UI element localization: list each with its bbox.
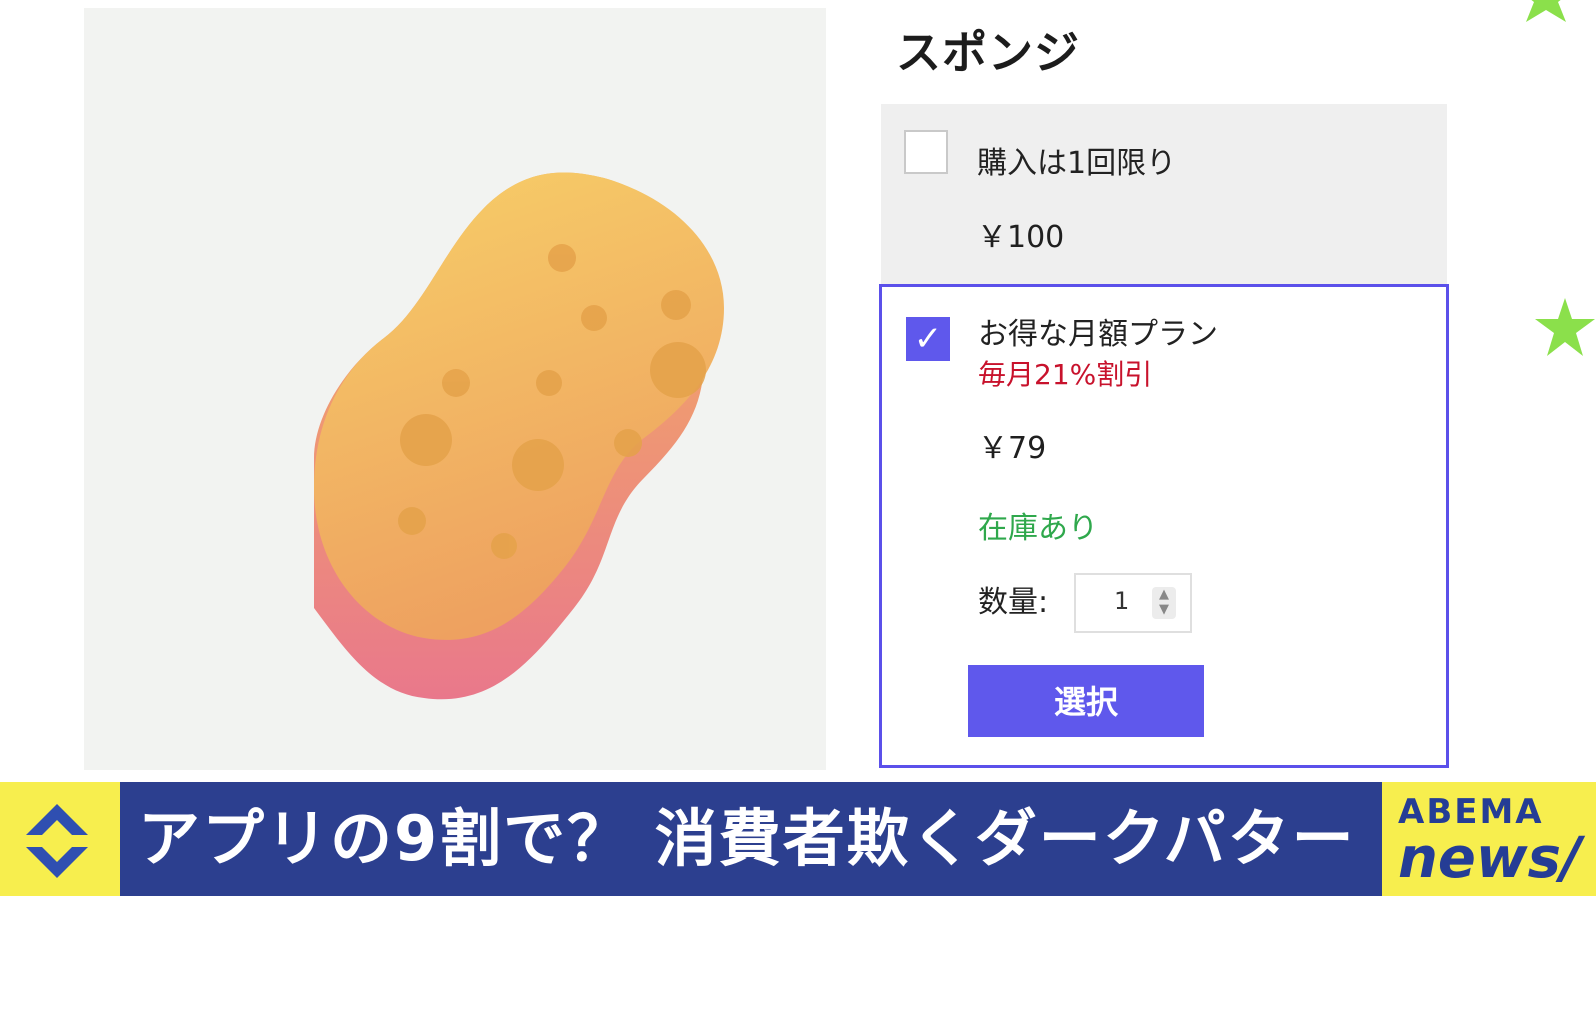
green-star-icon [1535,298,1595,356]
sponge-illustration [314,172,724,700]
option-monthly-plan[interactable]: ✓ お得な月額プラン 毎月21%割引 ￥79 在庫あり 数量: 1 ▲ ▼ 選択 [879,284,1449,768]
green-star-icon [1526,0,1566,22]
quantity-stepper[interactable]: 1 ▲ ▼ [1074,573,1192,633]
monthly-plan-label: お得な月額プラン [978,317,1218,352]
product-title: スポンジ [896,26,1081,79]
monthly-plan-checkbox[interactable]: ✓ [906,317,950,361]
refresh-icon [26,804,88,878]
monthly-plan-price: ￥79 [978,431,1047,466]
logo-bottom-text: news/ [1398,826,1582,891]
spinner-arrows-icon[interactable]: ▲ ▼ [1152,587,1176,619]
quantity-value[interactable]: 1 [1114,587,1129,615]
option-one-time-purchase[interactable]: 購入は1回限り ￥100 [881,104,1447,286]
news-caption-banner: アプリの9割で？ 消費者欺くダークパターン ABEMA news/ [0,782,1596,989]
one-time-checkbox[interactable] [904,130,948,174]
one-time-price: ￥100 [977,220,1065,255]
banner-headline: アプリの9割で？ 消費者欺くダークパターン [120,782,1382,989]
one-time-label: 購入は1回限り [977,146,1177,181]
abema-news-logo: ABEMA news/ [1398,792,1588,892]
quantity-label: 数量: [978,585,1049,620]
product-image-panel [84,8,826,770]
discount-text: 毎月21%割引 [978,358,1153,391]
stock-status: 在庫あり [978,511,1098,546]
select-button[interactable]: 選択 [968,665,1204,737]
